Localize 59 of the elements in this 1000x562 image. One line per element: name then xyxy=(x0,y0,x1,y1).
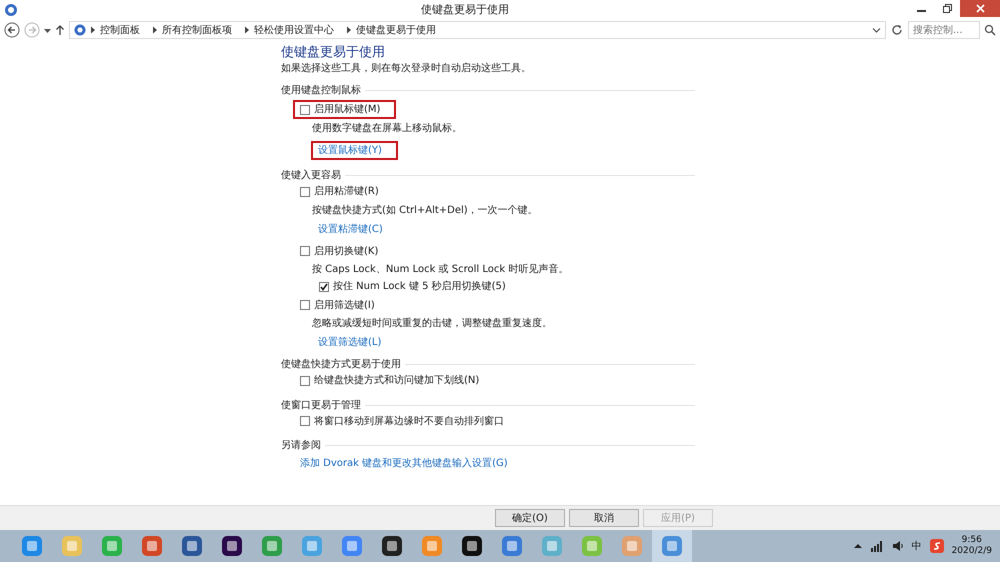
show-hidden-icon[interactable] xyxy=(854,543,862,549)
settings-link[interactable]: 设置粘滞键(C) xyxy=(318,222,383,236)
dropdown-icon[interactable] xyxy=(44,26,51,34)
clock-time[interactable]: 9:56 xyxy=(952,535,992,546)
settings-link[interactable]: 添加 Dvorak 键盘和更改其他键盘输入设置(G) xyxy=(300,457,508,470)
checkbox[interactable] xyxy=(300,416,310,426)
dropdown-icon[interactable] xyxy=(872,26,881,34)
control-panel-icon xyxy=(74,24,86,36)
checkbox[interactable] xyxy=(300,104,310,114)
settings-link[interactable]: 设置鼠标键(Y) xyxy=(318,144,382,157)
close-button[interactable] xyxy=(960,0,1000,17)
checkbox[interactable] xyxy=(300,376,310,386)
checkbox[interactable] xyxy=(300,186,310,196)
checkbox[interactable] xyxy=(300,246,310,256)
checkbox-label[interactable]: 将窗口移动到屏幕边缘时不要自动排列窗口 xyxy=(314,414,504,428)
checkbox-label[interactable]: 启用鼠标键(M) xyxy=(314,103,380,116)
chevron-icon[interactable] xyxy=(346,26,352,34)
control-panel-icon xyxy=(4,2,18,16)
checkbox-label[interactable]: 按住 Num Lock 键 5 秒启用切换键(5) xyxy=(333,280,506,293)
checkbox-label[interactable]: 给键盘快捷方式和访问键加下划线(N) xyxy=(314,374,480,387)
window-title: 使键盘更易于使用 xyxy=(421,3,509,16)
signal-icon[interactable] xyxy=(870,540,884,552)
restore-icon xyxy=(942,4,952,13)
settings-link[interactable]: 设置筛选键(L) xyxy=(318,336,382,349)
section-title: 使用键盘控制鼠标 xyxy=(281,84,361,97)
breadcrumb-item[interactable]: 轻松使用设置中心 xyxy=(254,22,334,38)
refresh-icon[interactable] xyxy=(890,23,904,37)
breadcrumb-item[interactable]: 使键盘更易于使用 xyxy=(356,22,436,38)
breadcrumb-item[interactable]: 控制面板 xyxy=(100,22,140,38)
breadcrumb-item[interactable]: 所有控制面板项 xyxy=(162,22,232,38)
dialog-button[interactable]: 确定(O) xyxy=(495,509,565,527)
speaker-icon[interactable] xyxy=(892,540,904,552)
chevron-icon[interactable] xyxy=(244,26,250,34)
description-text: 使用数字键盘在屏幕上移动鼠标。 xyxy=(312,123,462,134)
back-icon[interactable] xyxy=(4,22,20,38)
description-text: 忽略或减缓短时间或重复的击键，调整键盘重复速度。 xyxy=(312,318,552,329)
checkbox[interactable] xyxy=(300,300,310,310)
description-text: 按 Caps Lock、Num Lock 或 Scroll Lock 时听见声音。 xyxy=(312,264,568,275)
checkbox-label[interactable]: 启用粘滞键(R) xyxy=(314,185,379,198)
checkbox-label[interactable]: 启用筛选键(I) xyxy=(314,298,375,312)
up-icon[interactable] xyxy=(55,24,65,36)
dialog-button[interactable]: 取消 xyxy=(569,509,639,527)
page-heading: 使键盘更易于使用 xyxy=(281,45,386,61)
section-title: 另请参阅 xyxy=(281,439,321,452)
intro-text: 如果选择这些工具，则在每次登录时自动启动这些工具。 xyxy=(281,62,532,76)
search-field[interactable]: 搜索控制... xyxy=(908,21,980,39)
section-title: 使窗口更易于管理 xyxy=(281,398,361,412)
description-text: 按键盘快捷方式(如 Ctrl+Alt+Del)，一次一个键。 xyxy=(312,204,538,216)
section-title: 使键盘快捷方式更易于使用 xyxy=(281,358,401,371)
search-icon[interactable] xyxy=(984,24,996,36)
checkbox-label[interactable]: 启用切换键(K) xyxy=(314,244,378,258)
ime-indicator[interactable]: 中 xyxy=(912,540,922,552)
close-icon xyxy=(976,4,984,13)
chevron-icon[interactable] xyxy=(90,26,96,34)
section-title: 使键入更容易 xyxy=(281,169,341,182)
input-method-icon[interactable] xyxy=(930,539,944,553)
clock-date[interactable]: 2020/2/9 xyxy=(952,546,992,557)
checkbox[interactable] xyxy=(319,282,329,292)
chevron-icon[interactable] xyxy=(152,26,158,34)
